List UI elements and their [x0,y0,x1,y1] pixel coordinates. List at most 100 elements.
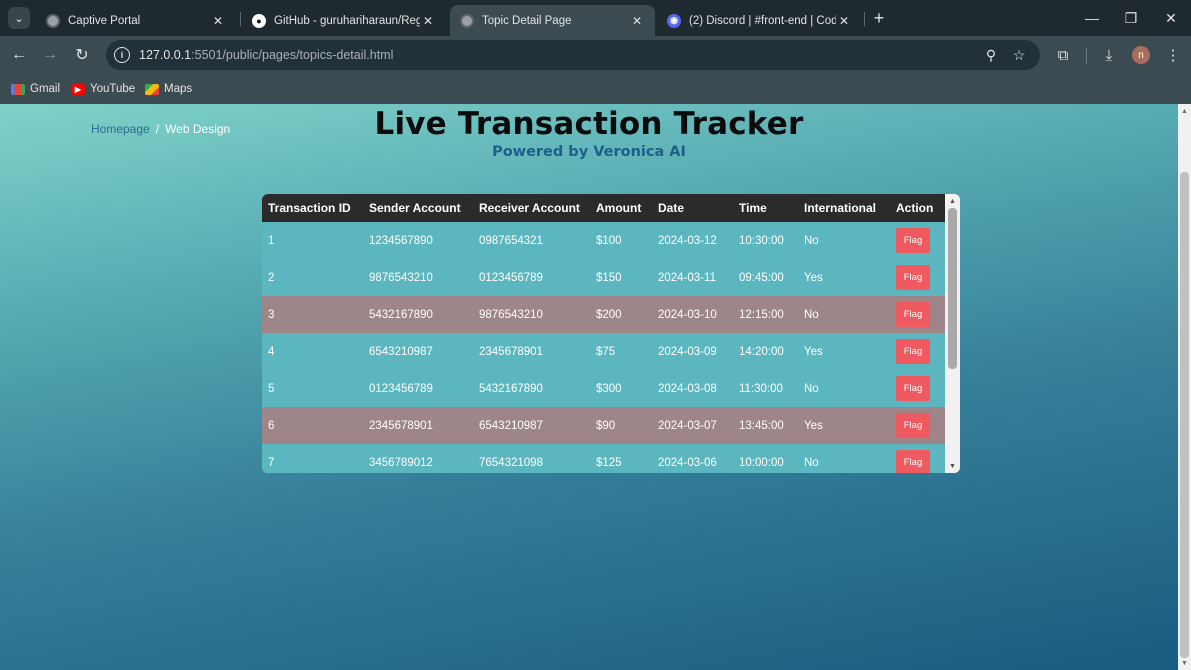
table-row: 6 2345678901 6543210987 $90 2024-03-07 1… [262,407,945,444]
cell-sender-account: 9876543210 [369,271,433,284]
scroll-down-arrow-icon[interactable]: ▼ [1180,658,1189,668]
table-row: 5 0123456789 5432167890 $300 2024-03-08 … [262,370,945,407]
flag-button[interactable]: Flag [896,228,930,253]
cell-sender-account: 3456789012 [369,456,433,469]
bookmark-youtube[interactable]: ▶ YouTube [71,81,135,97]
cell-time: 12:15:00 [739,308,784,321]
cell-international: No [804,456,819,469]
flag-button[interactable]: Flag [896,376,930,401]
tab-topic-detail[interactable]: Topic Detail Page ✕ [450,5,655,36]
cell-date: 2024-03-10 [658,308,717,321]
address-bar[interactable]: i 127.0.0.1:5501/public/pages/topics-det… [106,40,1040,70]
tab-discord[interactable]: ◉ (2) Discord | #front-end | CodeC ✕ [657,5,862,36]
close-icon[interactable]: ✕ [629,14,645,28]
cell-transaction-id: 6 [268,419,275,432]
page-title: Live Transaction Tracker [374,106,804,142]
table-scrollbar[interactable]: ▲ ▼ [945,194,960,473]
cell-international: No [804,382,819,395]
flag-button[interactable]: Flag [896,265,930,290]
cell-time: 09:45:00 [739,271,784,284]
bookmark-gmail[interactable]: Gmail [11,81,60,97]
cell-date: 2024-03-09 [658,345,717,358]
restore-button[interactable]: ❐ [1116,6,1146,30]
zoom-icon[interactable]: ⚲ [982,46,1000,64]
page-viewport: Homepage / Web Design Live Transaction T… [0,104,1178,670]
maps-icon [145,83,159,95]
globe-icon [460,13,474,28]
page-scrollbar[interactable]: ▲ ▼ [1178,104,1191,670]
flag-button[interactable]: Flag [896,450,930,473]
flag-button[interactable]: Flag [896,302,930,327]
reload-button[interactable]: ↻ [70,43,94,67]
scroll-up-arrow-icon[interactable]: ▲ [948,196,957,206]
extensions-icon[interactable]: ⧉ [1052,44,1074,66]
menu-kebab-icon[interactable]: ⋮ [1162,44,1184,66]
cell-international: No [804,234,819,247]
table-row: 2 9876543210 0123456789 $150 2024-03-11 … [262,259,945,296]
close-icon[interactable]: ✕ [836,14,852,28]
header-action: Action [890,194,945,222]
bookmark-label: Gmail [30,83,61,95]
cell-date: 2024-03-11 [658,271,716,284]
site-info-icon[interactable]: i [114,47,130,63]
cell-receiver-account: 7654321098 [479,456,543,469]
scroll-down-arrow-icon[interactable]: ▼ [948,461,957,471]
transactions-table-container[interactable]: Transaction ID Sender Account Receiver A… [262,194,960,473]
cell-sender-account: 1234567890 [369,234,433,247]
header-transaction-id: Transaction ID [262,194,363,222]
cell-transaction-id: 2 [268,271,275,284]
tab-separator [864,12,865,26]
tab-github[interactable]: ● GitHub - guruhariharaun/Regist ✕ [242,5,446,36]
cell-amount: $150 [596,271,622,284]
bookmark-maps[interactable]: Maps [145,81,192,97]
tab-title: Topic Detail Page [482,14,572,27]
tab-separator [240,12,241,26]
cell-transaction-id: 5 [268,382,275,395]
profile-avatar[interactable]: n [1132,46,1150,64]
table-scrollbar-thumb[interactable] [948,208,957,369]
cell-sender-account: 0123456789 [369,382,433,395]
cell-amount: $100 [596,234,622,247]
download-icon[interactable]: ⤓ [1098,44,1120,66]
header-date: Date [652,194,733,222]
window-close-button[interactable]: ✕ [1156,6,1186,30]
flag-button[interactable]: Flag [896,339,930,364]
cell-action: Flag [890,333,945,370]
minimize-button[interactable]: — [1077,6,1107,30]
cell-international: Yes [804,419,823,432]
header-international: International [798,194,890,222]
cell-international: No [804,308,819,321]
back-button[interactable]: ← [7,43,31,67]
toolbar-divider [1086,48,1087,64]
forward-button[interactable]: → [38,43,62,67]
cell-action: Flag [890,296,945,333]
cell-amount: $200 [596,308,622,321]
browser-toolbar: ← → ↻ i 127.0.0.1:5501/public/pages/topi… [0,36,1191,74]
bookmark-label: Maps [164,83,193,95]
new-tab-button[interactable]: + [868,7,890,29]
cell-international: Yes [804,271,823,284]
cell-time: 10:30:00 [739,234,784,247]
globe-icon [46,13,60,28]
transactions-table-scroll[interactable]: Transaction ID Sender Account Receiver A… [262,194,945,473]
bookmark-star-icon[interactable]: ☆ [1010,46,1028,64]
youtube-icon: ▶ [71,83,85,95]
page-scrollbar-thumb[interactable] [1180,172,1189,658]
cell-sender-account: 5432167890 [369,308,433,321]
discord-icon: ◉ [667,13,681,28]
header-sender-account: Sender Account [363,194,473,222]
scroll-up-arrow-icon[interactable]: ▲ [1180,106,1189,116]
cell-action: Flag [890,370,945,407]
cell-date: 2024-03-08 [658,382,717,395]
tab-search-button[interactable]: ⌄ [8,7,30,29]
tab-captive-portal[interactable]: Captive Portal ✕ [36,5,236,36]
cell-transaction-id: 1 [268,234,275,247]
close-icon[interactable]: ✕ [210,14,226,28]
cell-transaction-id: 7 [268,456,275,469]
flag-button[interactable]: Flag [896,413,930,438]
table-row: 4 6543210987 2345678901 $75 2024-03-09 1… [262,333,945,370]
tab-title: Captive Portal [68,14,141,27]
close-icon[interactable]: ✕ [420,14,436,28]
cell-international: Yes [804,345,823,358]
table-row: 3 5432167890 9876543210 $200 2024-03-10 … [262,296,945,333]
